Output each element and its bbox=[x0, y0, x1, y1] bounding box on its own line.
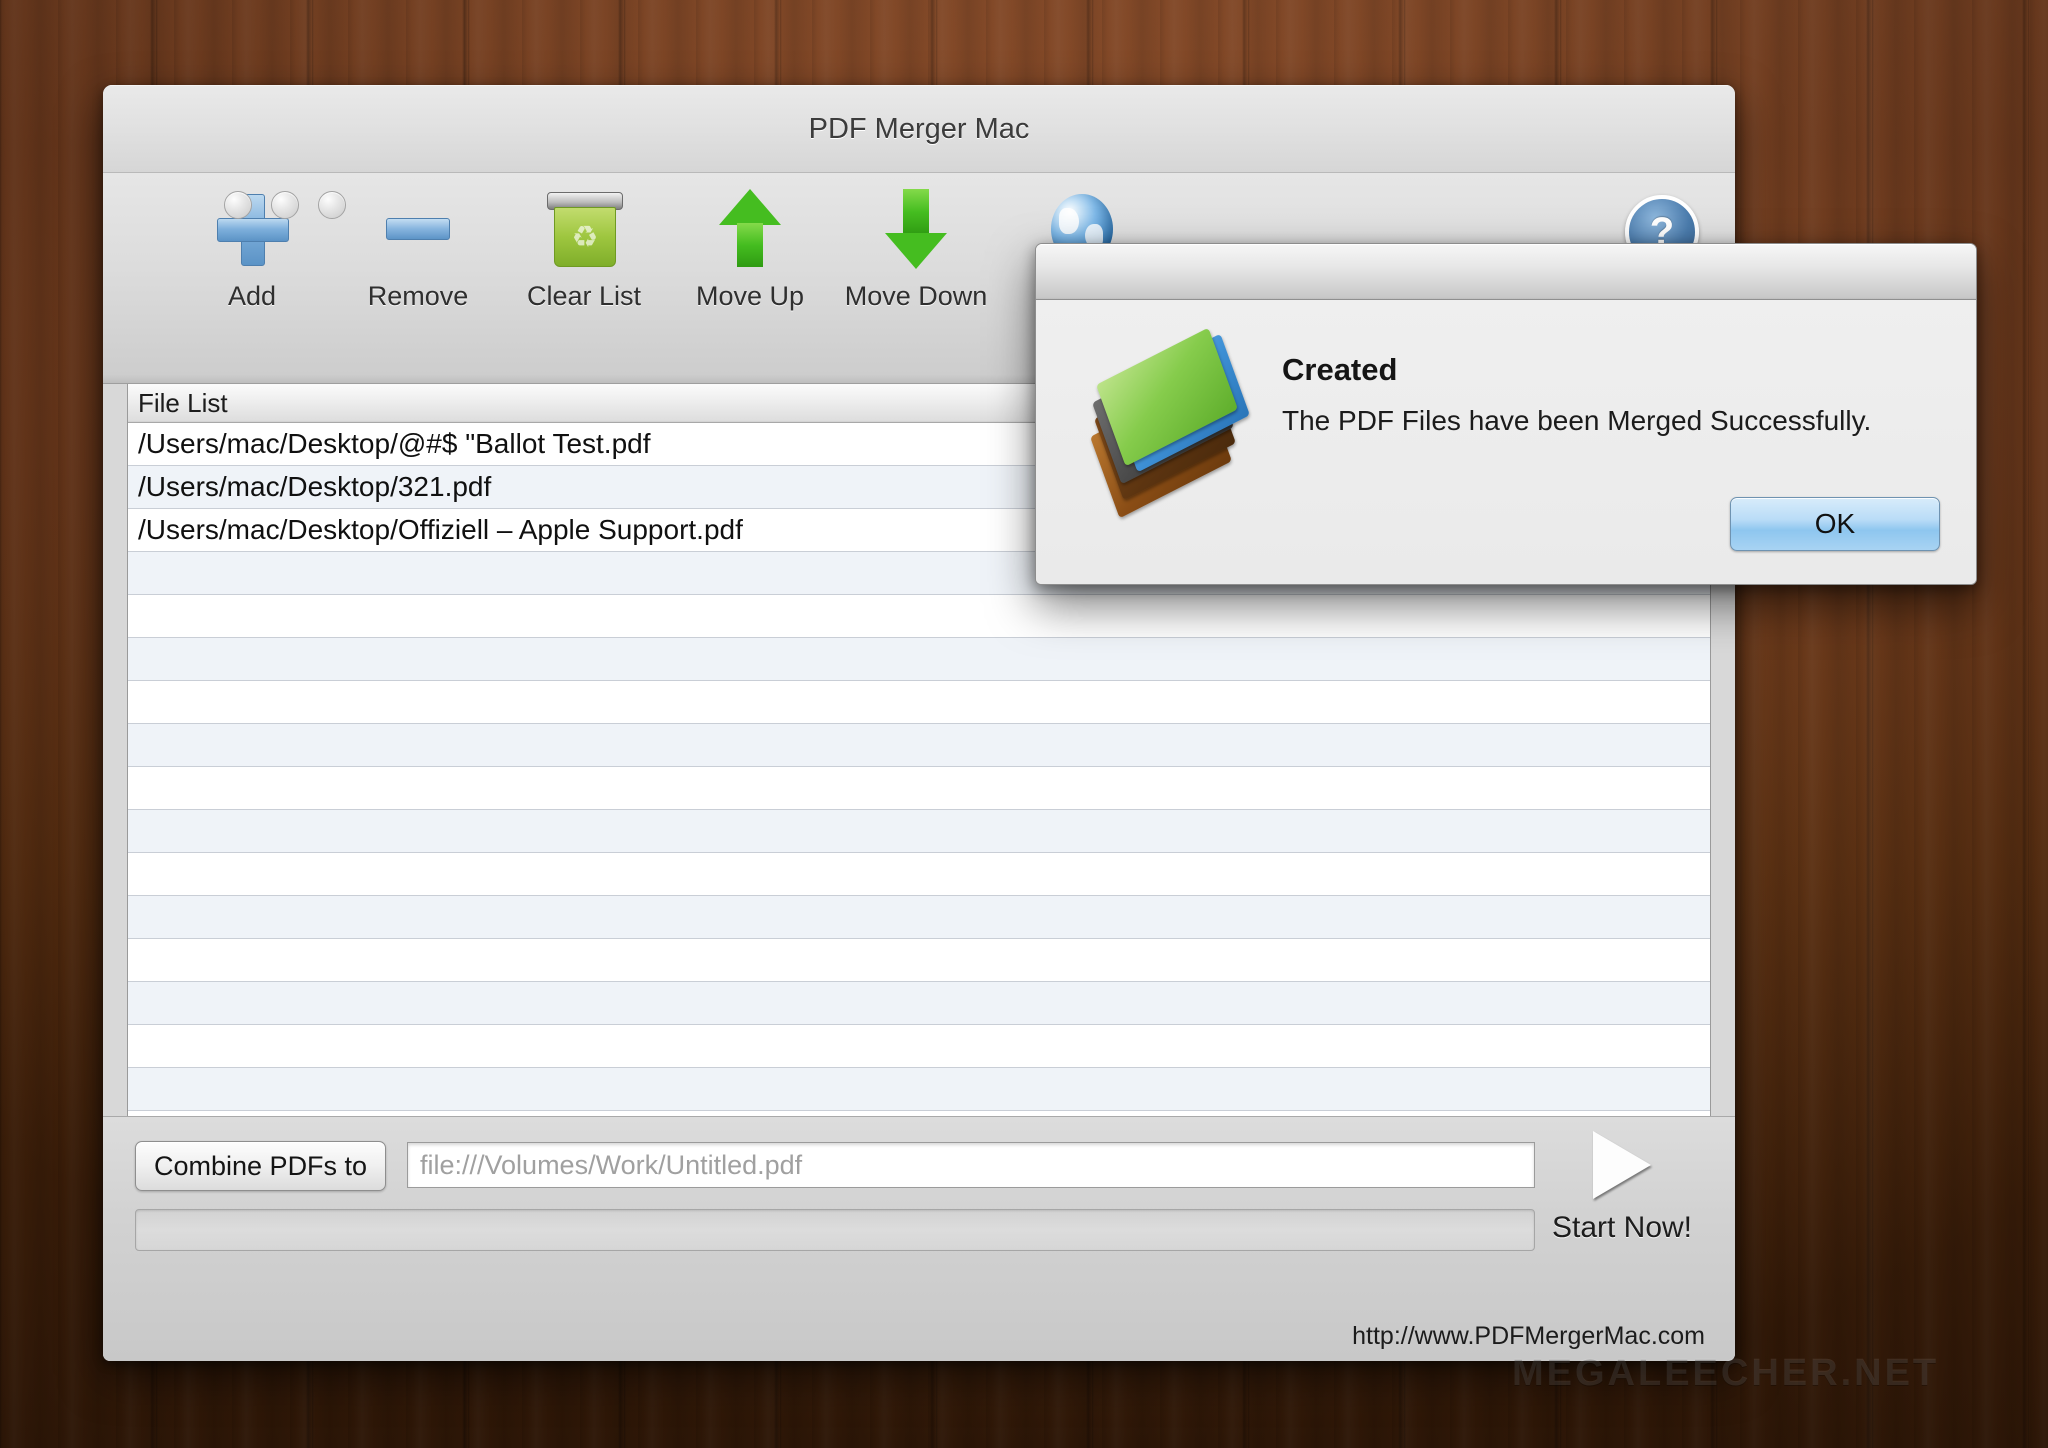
zoom-button[interactable] bbox=[318, 191, 346, 219]
combine-pdfs-to-button[interactable]: Combine PDFs to bbox=[135, 1141, 387, 1191]
website-url[interactable]: http://www.PDFMergerMac.com bbox=[1352, 1322, 1705, 1351]
toolbar-label-move-down: Move Down bbox=[844, 281, 988, 311]
list-item-empty[interactable] bbox=[128, 896, 1710, 939]
dialog-message: The PDF Files have been Merged Successfu… bbox=[1282, 405, 1872, 436]
bottom-panel: Combine PDFs to file:///Volumes/Work/Unt… bbox=[103, 1116, 1735, 1361]
window-title: PDF Merger Mac bbox=[808, 113, 1030, 145]
desktop-background: PDF Merger Mac Add Remove ♻ Clear List M… bbox=[0, 0, 2048, 1448]
list-item-empty[interactable] bbox=[128, 681, 1710, 724]
output-path-input[interactable]: file:///Volumes/Work/Untitled.pdf bbox=[407, 1142, 1535, 1188]
arrow-down-icon bbox=[841, 181, 991, 277]
start-now-label: Start Now! bbox=[1551, 1211, 1693, 1244]
list-item-empty[interactable] bbox=[128, 982, 1710, 1025]
toolbar-label-move-up: Move Up bbox=[695, 281, 805, 311]
list-item-empty[interactable] bbox=[128, 638, 1710, 681]
close-button[interactable] bbox=[224, 191, 252, 219]
toolbar-label-add: Add bbox=[227, 281, 277, 311]
ok-button[interactable]: OK bbox=[1730, 497, 1940, 551]
created-dialog: Created The PDF Files have been Merged S… bbox=[1035, 243, 1977, 585]
minimize-button[interactable] bbox=[271, 191, 299, 219]
list-item-empty[interactable] bbox=[128, 767, 1710, 810]
toolbar-button-move-down[interactable]: Move Down bbox=[841, 181, 991, 312]
list-item-empty[interactable] bbox=[128, 1025, 1710, 1068]
window-controls bbox=[224, 191, 346, 219]
list-item-empty[interactable] bbox=[128, 595, 1710, 638]
toolbar-button-move-up[interactable]: Move Up bbox=[675, 181, 825, 312]
dialog-body: Created The PDF Files have been Merged S… bbox=[1036, 300, 1976, 584]
trash-icon: ♻ bbox=[509, 181, 659, 277]
toolbar-label-clear-list: Clear List bbox=[526, 281, 642, 311]
stacked-books-icon bbox=[1090, 327, 1250, 519]
toolbar-button-clear-list[interactable]: ♻ Clear List bbox=[509, 181, 659, 312]
site-watermark: MEGALEECHER.NET bbox=[1512, 1352, 1940, 1394]
progress-bar bbox=[135, 1209, 1535, 1251]
list-item-empty[interactable] bbox=[128, 810, 1710, 853]
toolbar-label-remove: Remove bbox=[367, 281, 469, 311]
list-item-empty[interactable] bbox=[128, 939, 1710, 982]
list-item-empty[interactable] bbox=[128, 724, 1710, 767]
window-titlebar[interactable]: PDF Merger Mac bbox=[103, 85, 1735, 173]
start-now-button[interactable]: Start Now! bbox=[1539, 1131, 1705, 1245]
dialog-title: Created bbox=[1282, 352, 1398, 387]
dialog-titlebar[interactable] bbox=[1036, 244, 1976, 300]
toolbar-button-remove[interactable]: Remove bbox=[343, 181, 493, 312]
play-triangle-icon bbox=[1593, 1131, 1651, 1199]
list-item-empty[interactable] bbox=[128, 1068, 1710, 1111]
arrow-up-icon bbox=[675, 181, 825, 277]
minus-icon bbox=[343, 181, 493, 277]
list-item-empty[interactable] bbox=[128, 853, 1710, 896]
